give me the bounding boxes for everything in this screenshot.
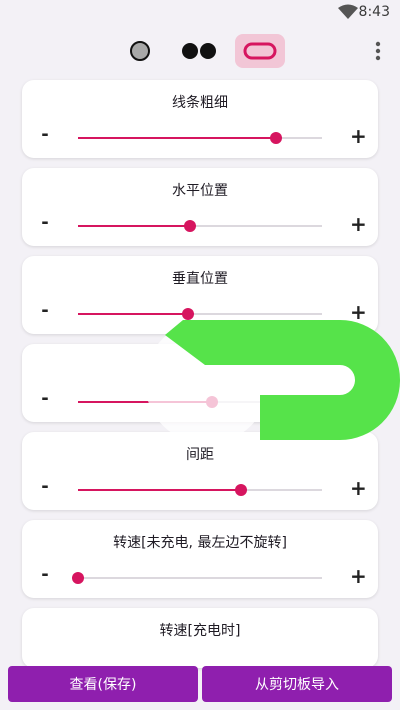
slider-track[interactable]: [72, 572, 322, 584]
pill-mode-button[interactable]: [235, 34, 285, 68]
increase-button[interactable]: +: [350, 124, 367, 148]
slider-fill: [78, 225, 191, 227]
double-dot-icon: [182, 43, 216, 59]
slider-thumb[interactable]: [184, 220, 197, 232]
line-width-card: 线条粗细 - +: [22, 80, 378, 158]
slider-track[interactable]: [78, 220, 322, 232]
single-dot-icon: [130, 41, 150, 61]
double-dot-mode-button[interactable]: [174, 34, 224, 68]
spacing-card: 间距 - +: [22, 432, 378, 510]
slider-thumb[interactable]: [72, 572, 84, 584]
slider-fill: [78, 313, 188, 315]
slider-label: 转速[未充电, 最左边不旋转]: [113, 535, 287, 551]
slider-label: 间距: [186, 447, 214, 463]
status-bar: 8:43: [0, 0, 400, 26]
slider-track[interactable]: [78, 484, 322, 496]
slider-fill: [78, 401, 213, 403]
single-dot-mode-button[interactable]: [115, 34, 165, 68]
speed-charging-card: 转速[充电时]: [22, 608, 378, 668]
slider-track[interactable]: [78, 308, 322, 320]
slider-label: 线条粗细: [172, 95, 228, 111]
increase-button[interactable]: +: [350, 388, 367, 412]
slider-label: 转速[充电时]: [159, 623, 241, 639]
slider-fill: [78, 137, 276, 139]
slider-label: 水平位置: [172, 183, 228, 199]
decrease-button[interactable]: -: [38, 300, 52, 321]
pill-icon: [243, 42, 277, 60]
save-view-button[interactable]: 查看(保存): [8, 666, 198, 702]
more-menu-button[interactable]: [368, 36, 388, 66]
slider-track[interactable]: [78, 396, 322, 408]
slider-thumb[interactable]: [235, 484, 248, 496]
increase-button[interactable]: +: [350, 212, 367, 236]
more-vert-icon: [375, 41, 381, 61]
slider-fill: [78, 489, 242, 491]
horizontal-position-card: 水平位置 - +: [22, 168, 378, 246]
increase-button[interactable]: +: [350, 564, 367, 588]
hidden-label-card: - +: [22, 344, 378, 422]
slider-track[interactable]: [78, 132, 322, 144]
slider-thumb[interactable]: [269, 132, 282, 144]
increase-button[interactable]: +: [350, 476, 367, 500]
status-time: 8:43: [358, 4, 390, 20]
speed-uncharged-card: 转速[未充电, 最左边不旋转] - +: [22, 520, 378, 598]
decrease-button[interactable]: -: [38, 388, 52, 409]
increase-button[interactable]: +: [350, 300, 367, 324]
decrease-button[interactable]: -: [38, 124, 52, 145]
import-clipboard-button[interactable]: 从剪切板导入: [202, 666, 392, 702]
style-toolbar: [0, 30, 400, 72]
slider-thumb[interactable]: [181, 308, 194, 320]
decrease-button[interactable]: -: [38, 564, 52, 585]
vertical-position-card: 垂直位置 - +: [22, 256, 378, 334]
decrease-button[interactable]: -: [38, 476, 52, 497]
wifi-icon: [338, 4, 358, 19]
decrease-button[interactable]: -: [38, 212, 52, 233]
slider-thumb[interactable]: [206, 396, 219, 408]
slider-label: 垂直位置: [172, 271, 228, 287]
